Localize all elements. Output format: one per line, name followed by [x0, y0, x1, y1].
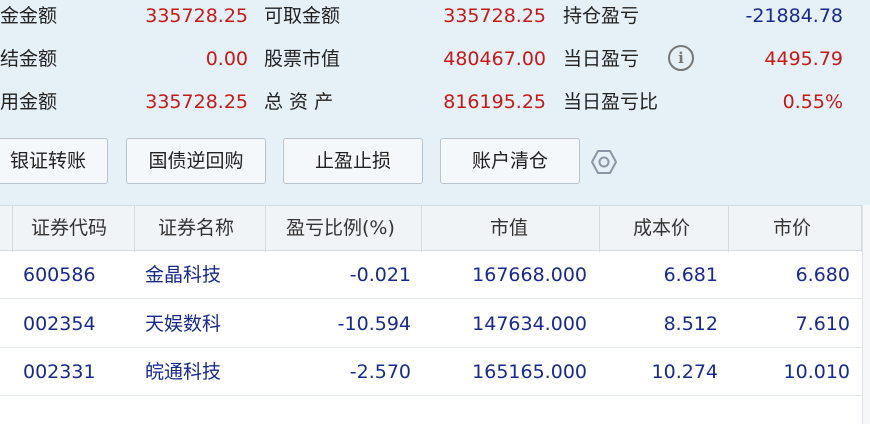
cell-market-value: 167668.000	[472, 264, 587, 286]
cell-code: 002331	[23, 361, 96, 383]
frozen-funds-label: 结金额	[0, 48, 58, 70]
total-assets-value: 816195.25	[443, 91, 546, 113]
positions-table: 证券代码 证券名称 盈亏比例(%) 市值 成本价 市价 600586 金晶科技 …	[0, 205, 870, 424]
cell-code: 600586	[23, 264, 96, 286]
table-row[interactable]: 002354 天娱数科 -10.594 147634.000 8.512 7.6…	[0, 300, 870, 348]
daily-pnl-ratio-value: 0.55%	[782, 91, 843, 113]
cell-market-value: 165165.000	[472, 361, 587, 383]
table-row[interactable]: 002331 皖通科技 -2.570 165165.000 10.274 10.…	[0, 348, 870, 396]
cell-name: 金晶科技	[145, 264, 222, 286]
cell-pnl-ratio: -10.594	[337, 313, 411, 335]
header-market-price[interactable]: 市价	[773, 206, 811, 250]
total-assets-label: 总 资 产	[264, 91, 334, 113]
cell-name: 天娱数科	[145, 313, 222, 335]
daily-pnl-ratio-label: 当日盈亏比	[563, 91, 659, 113]
table-header: 证券代码 证券名称 盈亏比例(%) 市值 成本价 市价	[0, 205, 870, 252]
cell-name: 皖通科技	[145, 361, 222, 383]
withdrawable-label: 可取金额	[264, 5, 341, 27]
withdrawable-value: 335728.25	[443, 5, 546, 27]
vertical-scrollbar[interactable]	[862, 205, 870, 424]
header-name[interactable]: 证券名称	[158, 206, 234, 250]
stop-profit-loss-button[interactable]: 止盈止损	[283, 138, 423, 184]
cell-market-value: 147634.000	[472, 313, 587, 335]
cell-market-price: 10.010	[783, 361, 850, 383]
daily-pnl-value: 4495.79	[764, 48, 843, 70]
header-pnl-ratio[interactable]: 盈亏比例(%)	[286, 206, 395, 250]
header-code[interactable]: 证券代码	[31, 206, 107, 250]
reverse-repo-button[interactable]: 国债逆回购	[126, 138, 266, 184]
usable-funds-label: 用金额	[0, 91, 58, 113]
cell-pnl-ratio: -2.570	[349, 361, 411, 383]
frozen-funds-value: 0.00	[205, 48, 248, 70]
account-summary: 金金额 335728.25 结金额 0.00 用金额 335728.25 可取金…	[0, 0, 870, 128]
position-pnl-label: 持仓盈亏	[563, 5, 640, 27]
table-row[interactable]: 600586 金晶科技 -0.021 167668.000 6.681 6.68…	[0, 251, 870, 299]
available-funds-value: 335728.25	[145, 5, 248, 27]
clear-account-button[interactable]: 账户清仓	[440, 138, 580, 184]
cell-cost-price: 8.512	[663, 313, 718, 335]
daily-pnl-label: 当日盈亏	[563, 48, 640, 70]
available-funds-label: 金金额	[0, 5, 58, 27]
position-pnl-value: -21884.78	[745, 5, 843, 27]
cell-cost-price: 6.681	[663, 264, 718, 286]
settings-gear-icon[interactable]	[590, 148, 618, 176]
cell-market-price: 6.680	[795, 264, 850, 286]
stock-value-value: 480467.00	[443, 48, 546, 70]
cell-code: 002354	[23, 313, 96, 335]
usable-funds-value: 335728.25	[145, 91, 248, 113]
stock-value-label: 股票市值	[264, 48, 341, 70]
cell-pnl-ratio: -0.021	[349, 264, 411, 286]
info-icon[interactable]: i	[668, 45, 694, 71]
header-market-value[interactable]: 市值	[490, 206, 528, 250]
cell-cost-price: 10.274	[651, 361, 718, 383]
header-cost-price[interactable]: 成本价	[633, 206, 690, 250]
cell-market-price: 7.610	[795, 313, 850, 335]
bank-transfer-button[interactable]: 银证转账	[0, 138, 108, 184]
